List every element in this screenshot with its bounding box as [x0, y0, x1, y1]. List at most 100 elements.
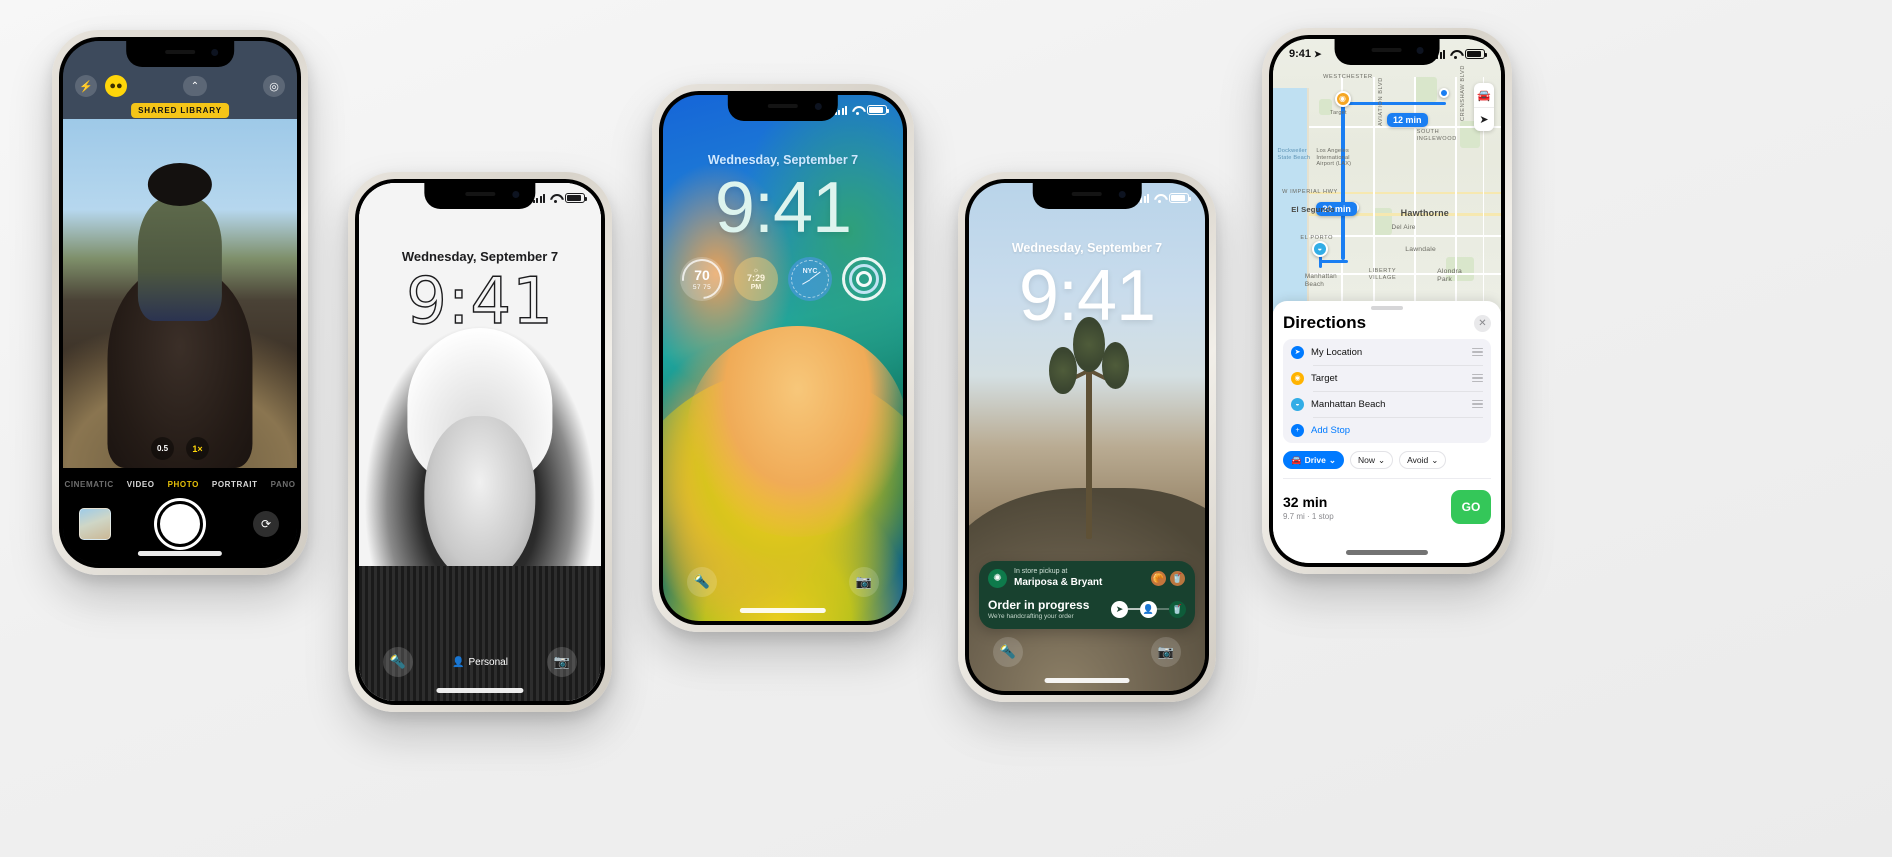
map-pin-manhattan-beach[interactable]: ◒: [1311, 240, 1328, 257]
home-indicator[interactable]: [739, 608, 827, 613]
flashlight-icon[interactable]: 🔦: [993, 637, 1023, 667]
route-detail: 9.7 mi · 1 stop: [1283, 511, 1334, 521]
focus-status[interactable]: 👤 Personal: [452, 657, 508, 668]
widget-fitness-rings[interactable]: [842, 257, 886, 301]
flip-camera-icon[interactable]: ⟳: [253, 511, 279, 537]
my-location-icon: ➤: [1291, 345, 1304, 359]
map-label-target: Target: [1330, 109, 1347, 116]
camera-mode-selector[interactable]: CINEMATIC VIDEO PHOTO PORTRAIT PANO: [63, 468, 297, 494]
wifi-icon: [549, 194, 561, 203]
shared-library-icon[interactable]: ●●: [105, 75, 127, 97]
departure-time-chip[interactable]: Now ⌄: [1349, 451, 1394, 469]
live-photo-icon[interactable]: ◎: [263, 75, 285, 97]
map-pin-target[interactable]: ◉: [1334, 90, 1351, 107]
earpiece-speaker: [767, 104, 798, 108]
wallpaper-joshua-tree: [1049, 316, 1130, 539]
chip-label: Now: [1357, 455, 1375, 465]
directions-sheet: Directions ✕ ➤ My Location ◉ Target ◒ Ma…: [1273, 301, 1501, 563]
wallpaper-face: [424, 416, 536, 582]
flash-icon[interactable]: ⚡: [75, 75, 97, 97]
lock-time: 9:41: [1018, 256, 1156, 336]
route-summary-card[interactable]: 32 min 9.7 mi · 1 stop GO: [1283, 478, 1491, 524]
lock-time: 9:41: [405, 264, 554, 339]
stop-label: My Location: [1311, 346, 1363, 358]
scene-root: ⚡ ●● ⌃ ◎ SHARED LIBRARY 0.5 1× CINEMATIC…: [0, 0, 1892, 857]
map-pin-my-location[interactable]: [1439, 88, 1450, 99]
map-canvas[interactable]: ◉ ◒ 1 12 min 20 min WESTCHESTER Target S…: [1273, 39, 1501, 312]
front-camera: [512, 191, 520, 198]
earpiece-speaker: [1372, 48, 1402, 52]
camera-icon[interactable]: 📷: [546, 647, 577, 677]
map-label-lax: Los Angeles International Airport (LAX): [1316, 147, 1352, 168]
home-indicator[interactable]: [1044, 678, 1130, 683]
eta-badge-12min[interactable]: 12 min: [1387, 112, 1428, 127]
photo-subject-rider: [137, 195, 223, 322]
lock-time: 9:41: [714, 168, 852, 248]
chevron-up-icon[interactable]: ⌃: [183, 76, 207, 96]
home-indicator[interactable]: [436, 688, 524, 693]
phone-bezel: Wednesday, September 7 9:41 70 57 75 ☼ 7…: [659, 91, 907, 625]
status-time: 9:41: [1289, 48, 1312, 60]
lockscreen-bottom-controls: 🔦 📷: [663, 567, 903, 597]
live-activity-card-starbucks[interactable]: ✺ In store pickup at Mariposa & Bryant 🥐…: [979, 561, 1195, 629]
reorder-handle-icon[interactable]: [1472, 398, 1483, 410]
chip-label: Drive: [1304, 455, 1326, 465]
world-clock-city: NYC: [802, 268, 818, 275]
wallpaper-sweater: [359, 566, 601, 701]
map-road-imperial-hwy: [1309, 191, 1501, 195]
close-icon[interactable]: ✕: [1474, 314, 1491, 332]
mode-portrait[interactable]: PORTRAIT: [212, 480, 258, 489]
wallpaper-disc: [687, 326, 903, 537]
zoom-button-0.5[interactable]: 0.5: [151, 437, 174, 460]
locate-me-icon[interactable]: ➤: [1474, 107, 1494, 131]
widget-world-clock[interactable]: NYC: [788, 257, 832, 301]
list-item[interactable]: ◒ Manhattan Beach: [1291, 391, 1483, 417]
drive-mode-icon[interactable]: 🚘: [1474, 83, 1494, 107]
chip-label: Avoid: [1407, 455, 1429, 465]
list-item[interactable]: ➤ My Location: [1291, 339, 1483, 365]
phone-lock-liveactivity: Wednesday, September 7 9:41 ✺ In store p…: [958, 172, 1216, 702]
add-stop-row[interactable]: + Add Stop: [1291, 417, 1483, 443]
photo-library-thumbnail[interactable]: [79, 508, 111, 540]
mode-video[interactable]: VIDEO: [127, 480, 155, 489]
mode-photo[interactable]: PHOTO: [168, 480, 199, 489]
reorder-handle-icon[interactable]: [1472, 372, 1483, 384]
travel-mode-drive-chip[interactable]: 🚘 Drive ⌄: [1283, 451, 1344, 469]
camera-icon[interactable]: 📷: [849, 567, 879, 597]
map-label-lawndale: Lawndale: [1405, 246, 1436, 254]
focus-label: Personal: [468, 656, 508, 668]
map-label-south-inglewood: SOUTH INGLEWOOD: [1416, 128, 1457, 142]
home-indicator[interactable]: [1345, 550, 1429, 555]
notch: [424, 183, 536, 209]
mode-cinematic[interactable]: CINEMATIC: [64, 480, 113, 489]
go-button[interactable]: GO: [1451, 490, 1491, 524]
camera-icon[interactable]: 📷: [1151, 637, 1181, 667]
phone-bezel: Wednesday, September 7 9:41 ✺ In store p…: [965, 179, 1209, 695]
flashlight-icon[interactable]: 🔦: [687, 567, 717, 597]
route-segment-top: [1341, 101, 1447, 106]
order-items: 🥐 🥤: [1150, 570, 1186, 588]
list-item[interactable]: ◉ Target: [1291, 365, 1483, 391]
earpiece-speaker: [165, 50, 195, 54]
camera-viewfinder[interactable]: [63, 119, 297, 468]
lockscreen-color: Wednesday, September 7 9:41 70 57 75 ☼ 7…: [663, 95, 903, 621]
phone-maps: ◉ ◒ 1 12 min 20 min WESTCHESTER Target S…: [1262, 28, 1512, 574]
widget-sunset[interactable]: ☼ 7:29 PM: [734, 257, 778, 301]
phone-bezel: Wednesday, September 7 9:41 🔦 👤 Personal…: [355, 179, 605, 705]
pickup-info: In store pickup at Mariposa & Bryant: [1014, 568, 1143, 589]
zoom-button-1x[interactable]: 1×: [186, 437, 209, 460]
home-indicator[interactable]: [137, 551, 223, 556]
shutter-button[interactable]: [157, 501, 203, 547]
sheet-grabber[interactable]: [1371, 306, 1403, 310]
reorder-handle-icon[interactable]: [1472, 346, 1483, 358]
widget-weather[interactable]: 70 57 75: [680, 257, 724, 301]
avoid-options-chip[interactable]: Avoid ⌄: [1399, 451, 1447, 469]
clock-hour-hand: [801, 279, 811, 285]
tree-tuft-left: [1049, 346, 1077, 394]
flashlight-icon[interactable]: 🔦: [383, 647, 413, 677]
map-label-liberty-village: LIBERTY VILLAGE: [1368, 267, 1397, 281]
camera-bottom-bar: CINEMATIC VIDEO PHOTO PORTRAIT PANO ⟳: [63, 468, 297, 564]
mode-pano[interactable]: PANO: [271, 480, 296, 489]
travel-options-row: 🚘 Drive ⌄ Now ⌄ Avoid ⌄: [1283, 451, 1491, 469]
live-activity-header: ✺ In store pickup at Mariposa & Bryant 🥐…: [979, 561, 1195, 595]
